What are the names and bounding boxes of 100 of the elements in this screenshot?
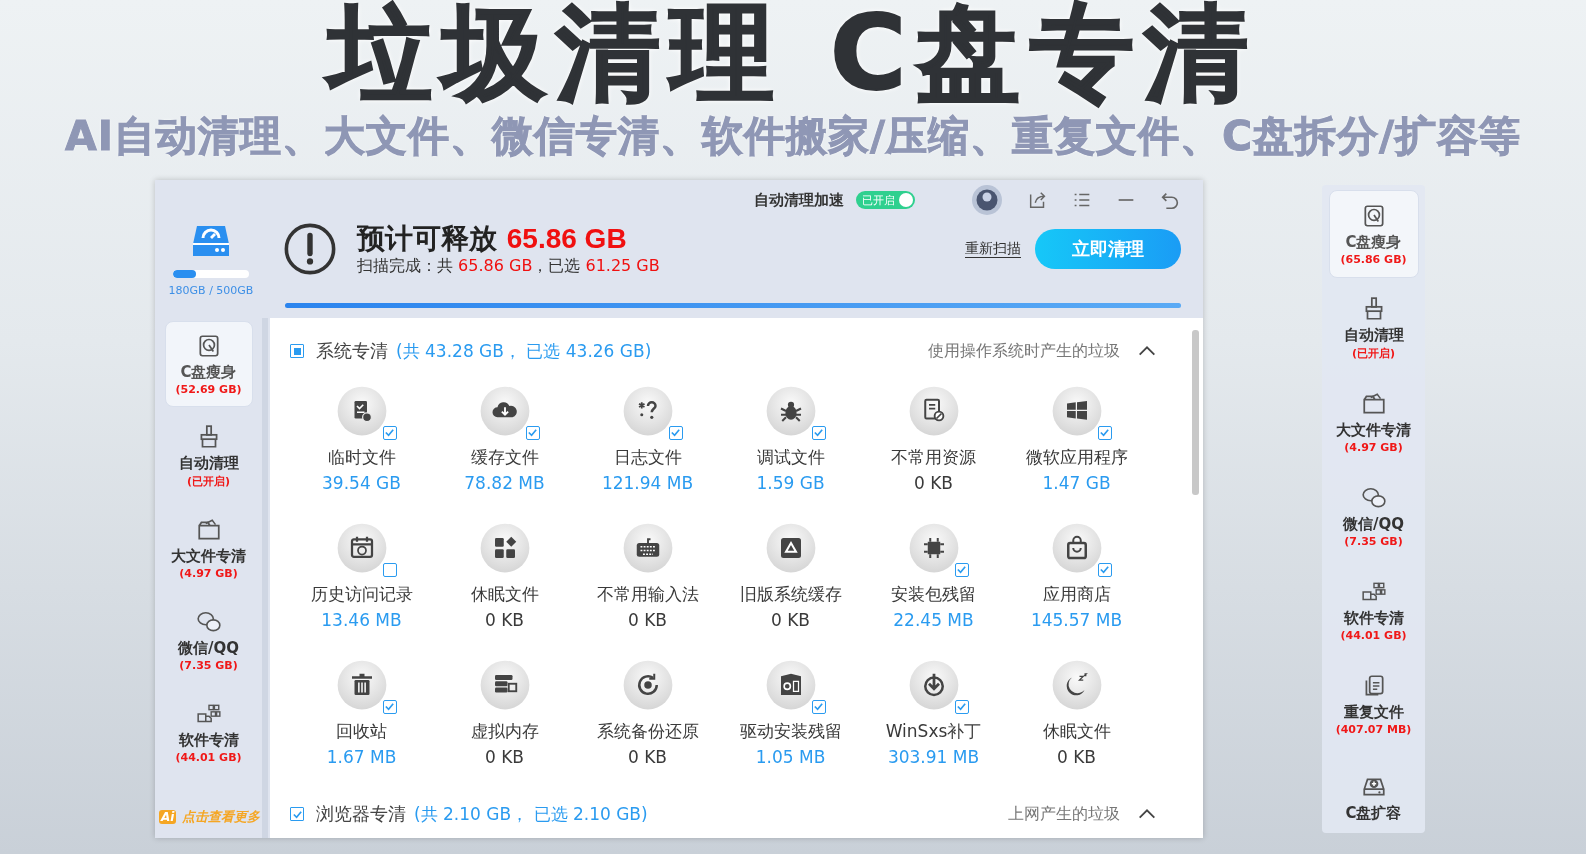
scan-summary: 扫描完成：共 65.86 GB，已选 61.25 GB bbox=[357, 255, 660, 277]
nav-item-value: (44.01 GB) bbox=[175, 750, 242, 764]
rescan-link[interactable]: 重新扫描 bbox=[965, 240, 1021, 258]
item-label: 虚拟内存 bbox=[470, 720, 539, 743]
item-size: 0 KB bbox=[628, 610, 667, 630]
avatar-icon[interactable] bbox=[969, 182, 1005, 218]
calendar-clock-icon bbox=[336, 523, 387, 573]
item-label: 驱动安装残留 bbox=[739, 720, 842, 743]
banner-subtitle: AI自动清理、大文件、微信专清、软件搬家/压缩、重复文件、C盘拆分/扩容等 bbox=[65, 114, 1521, 158]
checkbox[interactable] bbox=[290, 344, 304, 358]
blocks-icon bbox=[479, 523, 530, 573]
nav-item[interactable]: C盘瘦身 (65.86 GB) bbox=[1328, 190, 1419, 278]
nav-item-title: C盘扩容 bbox=[1345, 803, 1402, 823]
nav-item-title: 大文件专清 bbox=[171, 546, 246, 566]
item-label: WinSxs补丁 bbox=[885, 720, 982, 743]
item-size: 0 KB bbox=[771, 610, 810, 630]
item-label: 历史访问记录 bbox=[310, 583, 413, 606]
item-size: 1.59 GB bbox=[756, 473, 825, 493]
item-label: 缓存文件 bbox=[470, 446, 539, 469]
nav-item-title: 微信/QQ bbox=[1343, 514, 1404, 534]
nav-item[interactable]: 软件专清 (44.01 GB) bbox=[1328, 566, 1419, 654]
nav-item[interactable]: 重复文件 (407.07 MB) bbox=[1328, 660, 1419, 748]
checkbox[interactable] bbox=[382, 700, 397, 714]
section-hint: 使用操作系统时产生的垃圾 bbox=[928, 340, 1120, 362]
nav-item-title: C盘瘦身 bbox=[180, 362, 237, 382]
bug-icon bbox=[765, 386, 816, 436]
checkbox[interactable] bbox=[811, 426, 826, 440]
item-label: 系统备份还原 bbox=[596, 720, 699, 743]
nav-item[interactable]: 微信/QQ (7.35 GB) bbox=[1328, 472, 1419, 560]
trash-icon bbox=[336, 660, 387, 710]
checkbox[interactable] bbox=[382, 563, 397, 577]
item-label: 微软应用程序 bbox=[1025, 446, 1128, 469]
item-label: 不常用输入法 bbox=[596, 583, 699, 606]
nav-item[interactable]: C盘扩容 bbox=[1328, 754, 1419, 833]
triangle-box-icon bbox=[765, 523, 816, 573]
scrollbar[interactable] bbox=[1192, 330, 1199, 495]
nav-item[interactable]: 大文件专清 (4.97 GB) bbox=[164, 505, 253, 591]
checkbox[interactable] bbox=[382, 426, 397, 440]
item-size: 1.47 GB bbox=[1042, 473, 1111, 493]
disk-usage: 180GB / 500GB bbox=[168, 284, 254, 297]
nav-item-value: (已开启) bbox=[186, 473, 231, 489]
clock-refresh-icon bbox=[622, 660, 673, 710]
item-label: 休眠文件 bbox=[470, 583, 539, 606]
keyboard-icon bbox=[622, 523, 673, 573]
warning-icon bbox=[283, 222, 337, 276]
checkbox[interactable] bbox=[954, 563, 969, 577]
document-blocked-icon bbox=[908, 386, 959, 436]
checkbox[interactable] bbox=[811, 700, 826, 714]
section-summary: (共 43.28 GB， 已选 43.26 GB) bbox=[396, 339, 652, 363]
nav-item[interactable]: C盘瘦身 (52.69 GB) bbox=[164, 321, 253, 407]
item-size: 303.91 MB bbox=[887, 747, 980, 767]
nav-item-title: 自动清理 bbox=[1343, 325, 1404, 345]
checkbox[interactable] bbox=[954, 700, 969, 714]
cloud-download-icon bbox=[479, 386, 530, 436]
checkbox[interactable] bbox=[1097, 563, 1112, 577]
nav-item-value: (65.86 GB) bbox=[1340, 252, 1407, 266]
folder-icon bbox=[195, 516, 222, 543]
item-label: 应用商店 bbox=[1042, 583, 1111, 606]
nav-item-value: (7.35 GB) bbox=[179, 658, 238, 672]
item-label: 临时文件 bbox=[327, 446, 396, 469]
section-summary: (共 2.10 GB， 已选 2.10 GB) bbox=[414, 802, 648, 826]
nav-item[interactable]: 微信/QQ (7.35 GB) bbox=[164, 597, 253, 683]
item-label: 回收站 bbox=[336, 720, 387, 743]
item-label: 休眠文件 bbox=[1042, 720, 1111, 743]
document-clock-icon bbox=[336, 386, 387, 436]
nav-item-value: (已开启) bbox=[1351, 345, 1396, 361]
estimated-release: 预计可释放 65.86 GB bbox=[357, 221, 628, 256]
nav-item[interactable]: 软件专清 (44.01 GB) bbox=[164, 689, 253, 775]
item-size: 0 KB bbox=[914, 473, 953, 493]
item-size: 145.57 MB bbox=[1030, 610, 1123, 630]
nav-item-value: (44.01 GB) bbox=[1340, 628, 1407, 642]
nav-item-title: 软件专清 bbox=[1343, 608, 1404, 628]
chip-icon bbox=[908, 523, 959, 573]
item-label: 旧版系统缓存 bbox=[739, 583, 842, 606]
nav-item[interactable]: 大文件专清 (4.97 GB) bbox=[1328, 378, 1419, 466]
section-title: 系统专清 bbox=[316, 339, 388, 363]
checkbox[interactable] bbox=[668, 426, 683, 440]
item-size: 39.54 GB bbox=[322, 473, 401, 493]
item-size: 121.94 MB bbox=[601, 473, 694, 493]
nav-item-title: 大文件专清 bbox=[1336, 420, 1411, 440]
item-label: 不常用资源 bbox=[891, 446, 976, 469]
nav-item[interactable]: 自动清理 (已开启) bbox=[1328, 284, 1419, 372]
shopping-bag-icon bbox=[1051, 523, 1102, 573]
section-hint: 上网产生的垃圾 bbox=[1008, 803, 1120, 825]
checkbox[interactable] bbox=[525, 426, 540, 440]
checkbox[interactable] bbox=[1097, 426, 1112, 440]
item-size: 1.67 MB bbox=[326, 747, 397, 767]
server-chip-icon bbox=[479, 660, 530, 710]
checkbox[interactable] bbox=[290, 807, 304, 821]
nav-item-title: C盘瘦身 bbox=[1345, 232, 1402, 252]
nav-item-value: (407.07 MB) bbox=[1335, 722, 1412, 736]
asterisk-question-icon bbox=[622, 386, 673, 436]
nav-item[interactable]: 自动清理 (已开启) bbox=[164, 413, 253, 499]
item-size: 0 KB bbox=[1057, 747, 1096, 767]
nav-item-title: 重复文件 bbox=[1343, 702, 1404, 722]
item-size: 22.45 MB bbox=[893, 610, 974, 630]
nav-item-title: 微信/QQ bbox=[178, 638, 239, 658]
item-size: 78.82 MB bbox=[464, 473, 545, 493]
nav-item-value: (4.97 GB) bbox=[1344, 440, 1403, 454]
item-size: 0 KB bbox=[485, 610, 524, 630]
